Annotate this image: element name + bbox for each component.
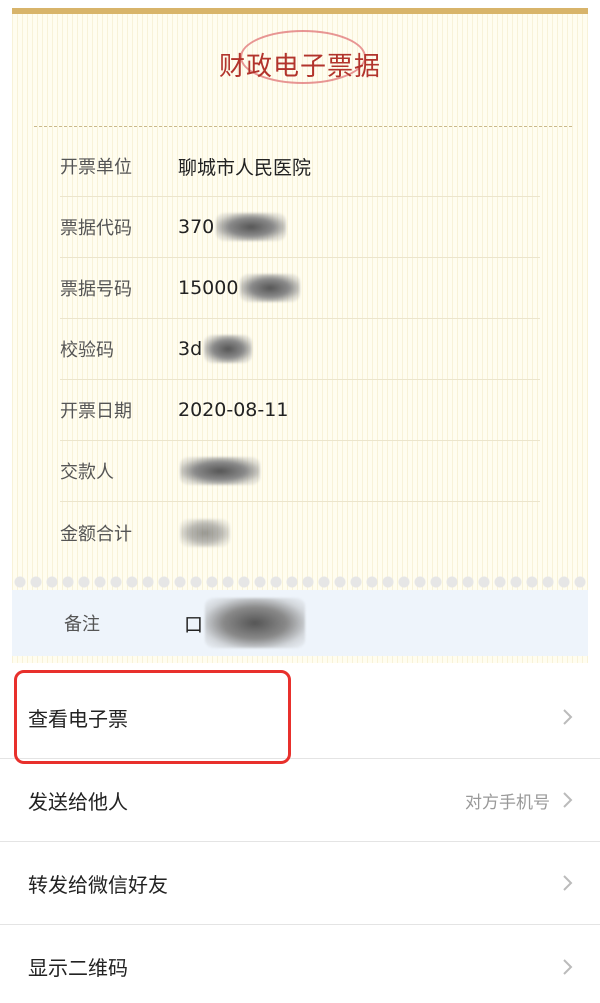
field-label: 金额合计 (60, 523, 132, 545)
field-row-code: 票据代码 370 (60, 197, 540, 258)
remark-label: 备注 (64, 614, 100, 635)
field-label: 票据代码 (60, 218, 132, 239)
field-value: 370 (178, 213, 287, 241)
menu-item-right (562, 707, 574, 727)
field-value (178, 518, 230, 547)
field-value: 聊城市人民医院 (178, 153, 311, 180)
redaction-smudge (180, 518, 230, 547)
chevron-right-icon (563, 958, 573, 975)
menu-item-label: 发送给他人 (28, 789, 128, 814)
redaction-smudge (204, 335, 253, 363)
menu-item-right: 对方手机号 (465, 788, 574, 813)
field-value-text: 370 (178, 216, 215, 238)
field-label: 校验码 (60, 340, 114, 361)
menu-item-right (562, 957, 574, 977)
field-value-text: 3d (178, 338, 203, 360)
remark-value-text: 口 (184, 613, 204, 636)
dashed-divider (34, 126, 572, 127)
field-row-date: 开票日期 2020-08-11 (60, 380, 540, 441)
redaction-smudge (180, 457, 260, 485)
field-label: 交款人 (60, 462, 114, 483)
redaction-smudge (216, 213, 287, 241)
redaction-smudge (240, 274, 301, 302)
field-value-text: 15000 (178, 277, 239, 299)
field-value (178, 457, 260, 485)
field-value: 3d (178, 335, 253, 363)
view-e-ticket-item[interactable]: 查看电子票 (0, 676, 600, 759)
phone-hint: 对方手机号 (465, 792, 550, 813)
field-value-text: 2020-08-11 (178, 399, 289, 421)
show-qr-code-item[interactable]: 显示二维码 (0, 925, 600, 1003)
field-label: 开票日期 (60, 401, 132, 422)
redaction-smudge (205, 598, 306, 648)
remark-value: 口 (184, 598, 306, 648)
send-to-others-item[interactable]: 发送给他人 对方手机号 (0, 759, 600, 842)
receipt-title-wrap: 财政电子票据 (12, 46, 588, 83)
forward-wechat-item[interactable]: 转发给微信好友 (0, 842, 600, 925)
chevron-right-icon (563, 709, 573, 725)
field-row-issuer: 开票单位 聊城市人民医院 (60, 136, 540, 197)
field-row-total: 金额合计 (60, 502, 540, 563)
action-menu: 查看电子票 发送给他人 对方手机号 转发给微信好友 显示二维码 (0, 676, 600, 1003)
field-row-number: 票据号码 15000 (60, 258, 540, 319)
scalloped-edge (12, 574, 588, 590)
field-value: 2020-08-11 (178, 399, 288, 421)
receipt-card: 财政电子票据 开票单位 聊城市人民医院 票据代码 370 票据号码 15000 … (12, 8, 588, 663)
chevron-right-icon (563, 792, 573, 808)
menu-item-label: 查看电子票 (28, 706, 128, 731)
receipt-title: 财政电子票据 (218, 52, 381, 82)
menu-item-label: 显示二维码 (28, 956, 128, 980)
field-value-text: 聊城市人民医院 (178, 156, 312, 179)
field-label: 票据号码 (60, 279, 132, 300)
chevron-right-icon (563, 875, 573, 891)
menu-item-label: 转发给微信好友 (28, 872, 168, 897)
field-label: 开票单位 (60, 157, 132, 178)
field-row-payer: 交款人 (60, 441, 540, 502)
field-row-checkcode: 校验码 3d (60, 319, 540, 380)
field-value: 15000 (178, 274, 301, 302)
menu-item-right (562, 873, 574, 893)
receipt-top-bar (12, 8, 588, 14)
receipt-fields: 开票单位 聊城市人民医院 票据代码 370 票据号码 15000 校验码 3d (60, 136, 540, 563)
remark-row: 备注 口 (12, 590, 588, 656)
